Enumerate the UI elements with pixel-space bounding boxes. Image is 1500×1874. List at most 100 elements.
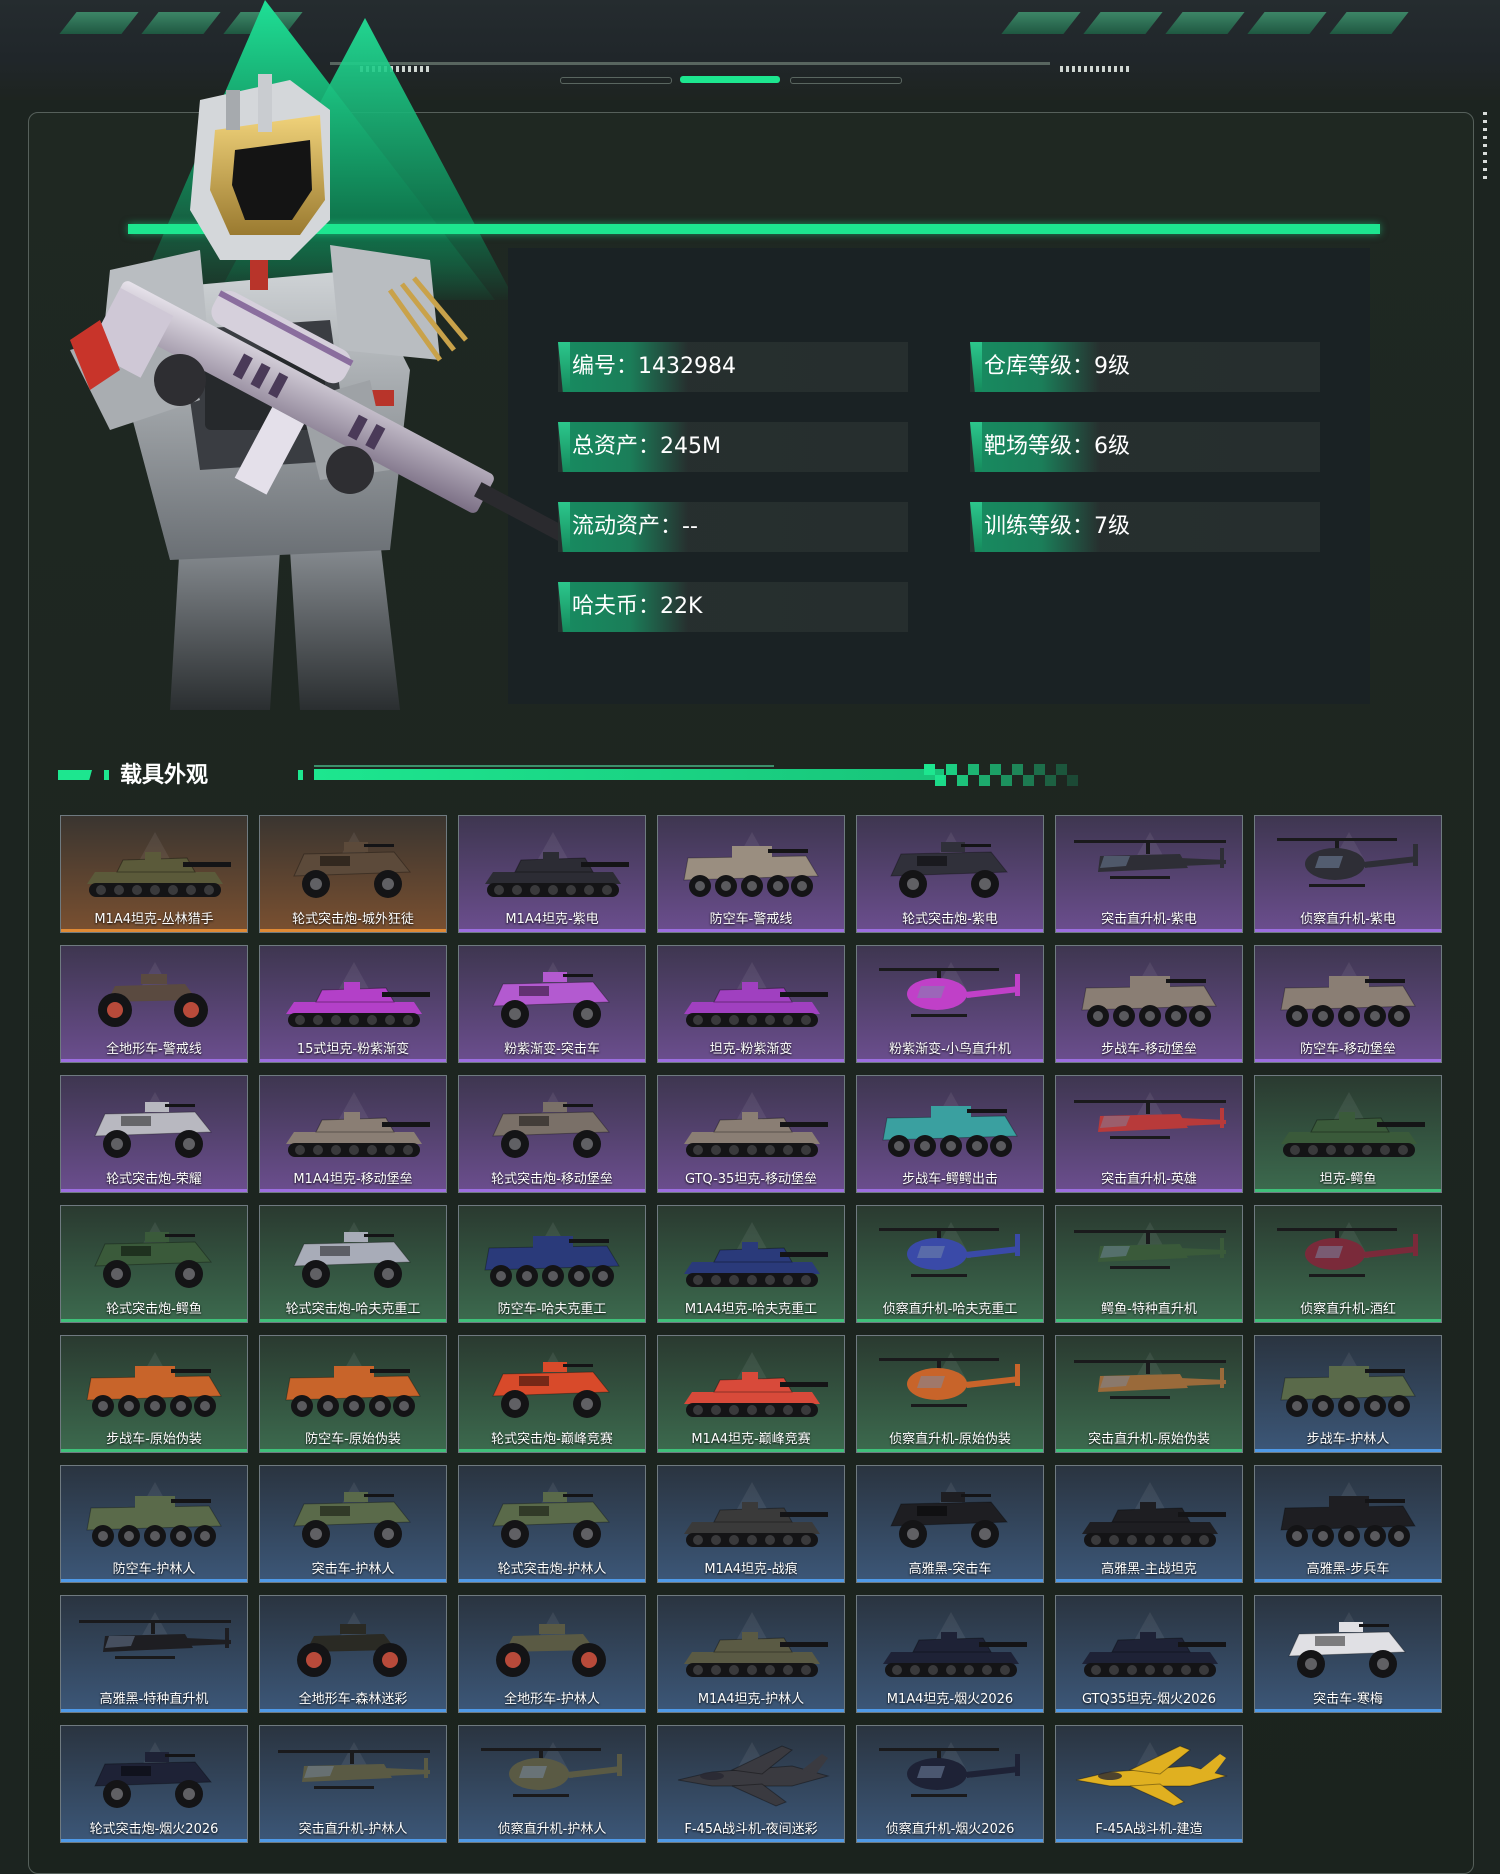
vehicle-skin-card[interactable]: 全地形车-森林迷彩	[259, 1595, 447, 1713]
vehicle-skin-name: GTQ35坦克-烟火2026	[1081, 1692, 1217, 1707]
vehicle-skin-card[interactable]: M1A4坦克-紫电	[458, 815, 646, 933]
vehicle-illustration	[1277, 1228, 1418, 1277]
stat-label: 训练等级	[984, 514, 1073, 539]
vehicle-skin-card[interactable]: 高雅黑-步兵车	[1254, 1465, 1442, 1583]
stat-separator: ：	[1072, 354, 1095, 379]
vehicle-skin-card[interactable]: 步战车-移动堡垒	[1055, 945, 1243, 1063]
vehicle-illustration	[1288, 1622, 1407, 1678]
vehicle-skin-card[interactable]: 侦察直升机-护林人	[458, 1725, 646, 1843]
vehicle-skin-card[interactable]: 全地形车-警戒线	[60, 945, 248, 1063]
vehicle-skin-card[interactable]: 高雅黑-特种直升机	[60, 1595, 248, 1713]
vehicle-skin-card[interactable]: 突击直升机-紫电	[1055, 815, 1243, 933]
stat-tag-accent	[558, 422, 570, 472]
section-header-mark	[58, 770, 92, 780]
vehicle-skin-card[interactable]: 侦察直升机-酒红	[1254, 1205, 1442, 1323]
vehicle-skin-card[interactable]: 步战车-鳄鳄出击	[856, 1075, 1044, 1193]
header-dash-decoration	[1060, 66, 1130, 72]
vehicle-skin-card[interactable]: 轮式突击炮-哈夫克重工	[259, 1205, 447, 1323]
vehicle-skin-name: 高雅黑-突击车	[908, 1562, 992, 1577]
vehicle-skin-card[interactable]: 侦察直升机-紫电	[1254, 815, 1442, 933]
vehicle-skin-card[interactable]: M1A4坦克-战痕	[657, 1465, 845, 1583]
vehicle-skin-card[interactable]: 粉紫渐变-突击车	[458, 945, 646, 1063]
stat-tag-accent	[558, 582, 570, 632]
vehicle-skin-card[interactable]: 步战车-原始伪装	[60, 1335, 248, 1453]
vehicle-skin-card[interactable]: M1A4坦克-移动堡垒	[259, 1075, 447, 1193]
vehicle-skin-name: F-45A战斗机-建造	[1095, 1822, 1203, 1837]
vehicle-skin-card[interactable]: GTQ35坦克-烟火2026	[1055, 1595, 1243, 1713]
vehicle-skin-card[interactable]: 全地形车-护林人	[458, 1595, 646, 1713]
checker-cell	[1045, 775, 1056, 786]
vehicle-skin-card[interactable]: 防空车-移动堡垒	[1254, 945, 1442, 1063]
stat-separator: ：	[638, 594, 661, 619]
vehicle-illustration	[890, 1492, 1009, 1548]
vehicle-illustration	[94, 1752, 213, 1808]
vehicle-skin-card[interactable]: 轮式突击炮-巅峰竞赛	[458, 1335, 646, 1453]
vehicle-illustration	[1075, 1745, 1228, 1807]
vehicle-illustration	[79, 1620, 231, 1659]
vehicle-skin-card[interactable]: 步战车-护林人	[1254, 1335, 1442, 1453]
vehicle-skin-card[interactable]: 轮式突击炮-荣耀	[60, 1075, 248, 1193]
vehicle-skin-card[interactable]: 侦察直升机-哈夫克重工	[856, 1205, 1044, 1323]
vehicle-skin-card[interactable]: 突击车-寒梅	[1254, 1595, 1442, 1713]
vehicle-skin-card[interactable]: 高雅黑-突击车	[856, 1465, 1044, 1583]
vehicle-skin-card[interactable]: GTQ-35坦克-移动堡垒	[657, 1075, 845, 1193]
vehicle-skin-name: GTQ-35坦克-移动堡垒	[684, 1172, 818, 1187]
vehicle-skin-card[interactable]: F-45A战斗机-建造	[1055, 1725, 1243, 1843]
vehicle-illustration	[86, 1496, 222, 1547]
stat-label: 靶场等级	[984, 434, 1073, 459]
vehicle-skin-card[interactable]: 防空车-护林人	[60, 1465, 248, 1583]
vehicle-skin-name: M1A4坦克-移动堡垒	[293, 1172, 413, 1187]
stat-text: 哈夫币：22K	[572, 582, 702, 632]
vehicle-illustration	[1280, 1496, 1416, 1547]
vehicle-illustration	[882, 1106, 1018, 1157]
vehicle-skin-name: 防空车-警戒线	[709, 912, 793, 927]
vehicle-skin-card[interactable]: 轮式突击炮-紫电	[856, 815, 1044, 933]
vehicle-skin-name: 突击直升机-护林人	[298, 1822, 408, 1837]
vehicle-skin-card[interactable]: 防空车-原始伪装	[259, 1335, 447, 1453]
vehicle-illustration	[883, 1632, 1027, 1677]
vehicle-skin-card[interactable]: F-45A战斗机-夜间迷彩	[657, 1725, 845, 1843]
checker-cell	[1067, 775, 1078, 786]
vehicle-skin-card[interactable]: 侦察直升机-原始伪装	[856, 1335, 1044, 1453]
vehicle-skin-card[interactable]: 鳄鱼-特种直升机	[1055, 1205, 1243, 1323]
vehicle-skin-card[interactable]: M1A4坦克-烟火2026	[856, 1595, 1044, 1713]
vehicle-illustration	[286, 982, 430, 1027]
stat-value: 9级	[1094, 354, 1131, 379]
vehicle-skin-name: M1A4坦克-护林人	[697, 1692, 805, 1707]
vehicle-illustration	[1074, 1230, 1226, 1269]
stat-row: 仓库等级：9级	[970, 342, 1320, 392]
vehicle-skin-card[interactable]: 防空车-警戒线	[657, 815, 845, 933]
vehicle-skin-card[interactable]: 侦察直升机-烟火2026	[856, 1725, 1044, 1843]
vehicle-skin-card[interactable]: 突击车-护林人	[259, 1465, 447, 1583]
stat-separator: ：	[1072, 434, 1095, 459]
vehicle-skin-card[interactable]: 粉紫渐变-小鸟直升机	[856, 945, 1044, 1063]
vehicle-skin-card[interactable]: M1A4坦克-哈夫克重工	[657, 1205, 845, 1323]
vehicle-skin-card[interactable]: M1A4坦克-丛林猎手	[60, 815, 248, 933]
vehicle-skin-card[interactable]: 突击直升机-护林人	[259, 1725, 447, 1843]
vehicle-skin-card[interactable]: M1A4坦克-巅峰竞赛	[657, 1335, 845, 1453]
vehicle-skin-card[interactable]: 轮式突击炮-移动堡垒	[458, 1075, 646, 1193]
vehicle-skin-card[interactable]: 轮式突击炮-烟火2026	[60, 1725, 248, 1843]
vehicle-illustration	[481, 1748, 622, 1797]
header-stripe-decoration	[1247, 12, 1327, 34]
stat-tag-accent	[970, 502, 982, 552]
vehicle-skin-card[interactable]: 突击直升机-英雄	[1055, 1075, 1243, 1193]
vehicle-skin-card[interactable]: 突击直升机-原始伪装	[1055, 1335, 1243, 1453]
vehicle-skin-card[interactable]: 15式坦克-粉紫渐变	[259, 945, 447, 1063]
vehicle-skin-card[interactable]: 防空车-哈夫克重工	[458, 1205, 646, 1323]
vehicle-skin-card[interactable]: 坦克-鳄鱼	[1254, 1075, 1442, 1193]
stat-text: 训练等级：7级	[984, 502, 1130, 552]
vehicle-skin-card[interactable]: 轮式突击炮-城外狂徒	[259, 815, 447, 933]
vehicle-skin-name: 轮式突击炮-护林人	[497, 1562, 607, 1577]
vehicle-skin-name: 侦察直升机-护林人	[497, 1822, 607, 1837]
vehicle-skin-card[interactable]: 轮式突击炮-鳄鱼	[60, 1205, 248, 1323]
stat-row: 哈夫币：22K	[558, 582, 908, 632]
vehicle-skin-card[interactable]: 坦克-粉紫渐变	[657, 945, 845, 1063]
frame-edge-dots	[1483, 112, 1487, 182]
vehicle-skin-card[interactable]: 高雅黑-主战坦克	[1055, 1465, 1243, 1583]
header-stripe-decoration	[59, 12, 139, 34]
vehicle-skin-card[interactable]: M1A4坦克-护林人	[657, 1595, 845, 1713]
vehicle-skin-card[interactable]: 轮式突击炮-护林人	[458, 1465, 646, 1583]
checker-cell	[1023, 775, 1034, 786]
stat-tag-accent	[558, 342, 570, 392]
